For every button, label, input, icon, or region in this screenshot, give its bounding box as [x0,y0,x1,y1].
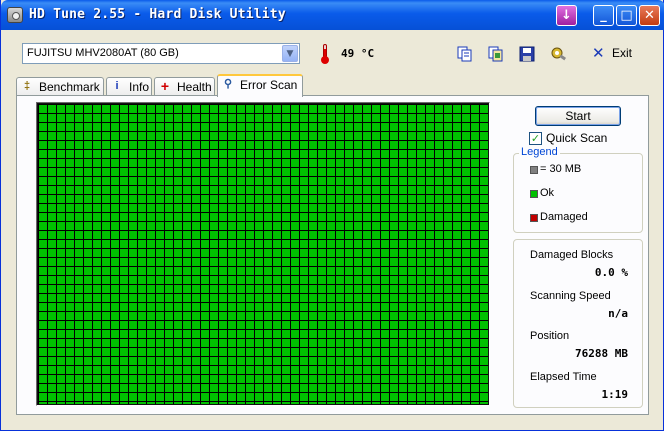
scan-map [36,102,490,406]
damaged-swatch [530,214,538,222]
tab-benchmark[interactable]: ‡ Benchmark [16,77,104,96]
minimize-button[interactable]: _ [593,5,614,26]
error-scan-icon: ⚲ [223,78,233,90]
exit-icon: ✕ [592,44,605,62]
scan-stats: Damaged Blocks 0.0 % Scanning Speed n/a … [513,239,643,408]
window-title: HD Tune 2.55 - Hard Disk Utility [29,7,286,22]
ok-swatch [530,190,538,198]
close-button[interactable]: ✕ [639,5,660,26]
legend-title: Legend [519,146,560,158]
quick-scan-label[interactable]: Quick Scan [546,131,607,145]
maximize-button[interactable]: □ [616,5,637,26]
position-label: Position [530,330,570,342]
tab-health[interactable]: + Health [154,77,215,96]
legend-damaged-label: Damaged [540,211,588,223]
drive-select-value: FUJITSU MHV2080AT (80 GB) [27,47,179,59]
error-scan-panel: Start ✓ Quick Scan Legend = 30 MB Ok Dam… [16,95,649,415]
scanning-speed-value: n/a [608,307,628,320]
info-icon: i [115,80,119,92]
damaged-blocks-label: Damaged Blocks [530,249,614,261]
copy-screenshot-icon[interactable] [487,45,505,63]
download-icon[interactable]: ↓ [556,5,577,26]
elapsed-time-value: 1:19 [601,388,629,401]
health-icon: + [160,78,170,94]
benchmark-icon: ‡ [23,80,31,92]
legend-block-size-label: = 30 MB [540,163,582,175]
temperature-readout: 49 °C [341,47,375,60]
elapsed-time-label: Elapsed Time [530,371,597,383]
tab-error-scan-label: Error Scan [240,78,298,92]
quick-scan-checkbox[interactable]: ✓ [529,132,542,145]
app-window: HD Tune 2.55 - Hard Disk Utility ↓ _ □ ✕… [0,0,664,431]
position-value: 76288 MB [575,347,628,360]
block-swatch [530,166,538,174]
start-button[interactable]: Start [535,106,621,126]
scan-block-grid [38,104,488,404]
title-bar[interactable]: HD Tune 2.55 - Hard Disk Utility ↓ _ □ ✕ [1,0,664,30]
save-icon[interactable] [518,45,536,63]
exit-label: Exit [612,46,633,60]
exit-button[interactable]: ✕ Exit [590,44,640,64]
scanning-speed-label: Scanning Speed [530,290,611,302]
legend-ok-label: Ok [540,187,555,199]
thermometer-icon [321,44,329,64]
app-icon[interactable] [7,7,23,23]
options-icon[interactable] [550,45,568,63]
tab-health-label: Health [177,80,212,94]
tab-info[interactable]: i Info [106,77,152,96]
tab-benchmark-label: Benchmark [39,80,100,94]
drive-select[interactable]: FUJITSU MHV2080AT (80 GB) ▼ [22,43,300,64]
copy-text-icon[interactable] [456,45,474,63]
damaged-blocks-value: 0.0 % [594,266,628,279]
tab-error-scan[interactable]: ⚲ Error Scan [217,74,303,97]
chevron-down-icon[interactable]: ▼ [282,45,298,62]
legend-group: Legend = 30 MB Ok Damaged [513,146,643,233]
tab-info-label: Info [129,80,150,94]
